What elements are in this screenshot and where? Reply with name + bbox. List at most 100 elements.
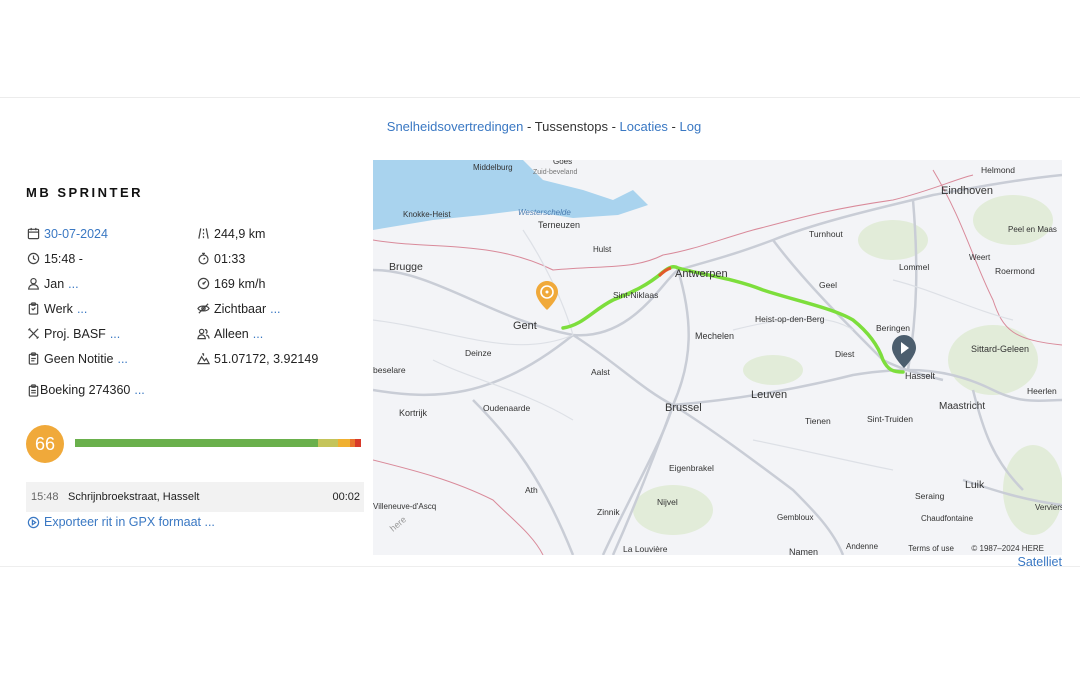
booking-row: Boeking 274360...: [26, 383, 145, 397]
svg-text:Heerlen: Heerlen: [1027, 386, 1057, 396]
map-copyright: © 1987–2024 HERE: [971, 544, 1044, 553]
export-gpx-label: Exporteer rit in GPX formaat ...: [44, 515, 215, 529]
svg-text:Eigenbrakel: Eigenbrakel: [669, 463, 714, 473]
divider: [0, 566, 1080, 567]
clipboard-icon: [26, 302, 40, 316]
trip-company: Alleen: [214, 326, 249, 341]
booking-icon: [26, 383, 40, 397]
svg-text:Oudenaarde: Oudenaarde: [483, 403, 531, 413]
svg-text:Goes: Goes: [553, 160, 572, 166]
export-gpx-link[interactable]: Exporteer rit in GPX formaat ...: [26, 515, 215, 529]
svg-text:Sittard-Geleen: Sittard-Geleen: [971, 344, 1029, 354]
svg-text:Beringen: Beringen: [876, 323, 910, 333]
speedometer-icon: [196, 277, 210, 291]
svg-text:Seraing: Seraing: [915, 491, 945, 501]
company-more-link[interactable]: ...: [253, 327, 263, 341]
booking-more-link[interactable]: ...: [134, 383, 144, 397]
stopwatch-icon: [196, 252, 210, 266]
trip-nav: Snelheidsovertredingen - Tussenstops - L…: [0, 119, 1080, 134]
trip-note: Geen Notitie: [44, 351, 114, 366]
svg-text:Geel: Geel: [819, 280, 837, 290]
svg-text:Namen: Namen: [789, 547, 818, 555]
trip-date-link[interactable]: 30-07-2024: [44, 227, 108, 241]
map-terms-link[interactable]: Terms of use: [908, 544, 954, 553]
score-bar-segment: [318, 439, 339, 447]
svg-text:Middelburg: Middelburg: [473, 163, 513, 172]
svg-text:Zuid-beveland: Zuid-beveland: [533, 169, 577, 176]
svg-text:Villeneuve-d'Ascq: Villeneuve-d'Ascq: [373, 502, 436, 511]
svg-text:Leuven: Leuven: [751, 389, 787, 401]
eye-off-icon: [196, 302, 210, 316]
top-header: [0, 0, 1080, 98]
stop-time: 15:48: [31, 491, 59, 503]
nav-locations[interactable]: Locaties: [620, 119, 668, 134]
svg-text:Knokke-Heist: Knokke-Heist: [403, 210, 451, 219]
svg-text:Gent: Gent: [513, 320, 537, 332]
stop-row[interactable]: 15:48 Schrijnbroekstraat, Hasselt 00:02: [26, 482, 364, 512]
svg-text:Westerschelde: Westerschelde: [518, 208, 571, 217]
svg-text:Mechelen: Mechelen: [695, 331, 734, 341]
svg-text:beselare: beselare: [373, 365, 406, 375]
trip-coordinates: 51.07172, 3.92149: [214, 351, 319, 366]
type-more-link[interactable]: ...: [77, 302, 87, 316]
svg-text:Maastricht: Maastricht: [939, 401, 985, 412]
svg-text:Nijvel: Nijvel: [657, 497, 678, 507]
svg-text:Gembloux: Gembloux: [777, 513, 813, 522]
svg-text:here: here: [388, 514, 408, 533]
svg-text:Eindhoven: Eindhoven: [941, 185, 993, 197]
trip-visibility: Zichtbaar: [214, 301, 267, 316]
trip-max-speed: 169 km/h: [214, 276, 266, 291]
score-bar-segment: [355, 439, 361, 447]
trip-start-time: 15:48 -: [44, 251, 83, 266]
route-map[interactable]: Middelburg Goes Zuid-beveland Knokke-Hei…: [373, 160, 1062, 555]
svg-text:Andenne: Andenne: [846, 542, 879, 551]
svg-text:Hasselt: Hasselt: [905, 371, 936, 381]
svg-text:Roermond: Roermond: [995, 266, 1035, 276]
nav-speed-violations[interactable]: Snelheidsovertredingen: [387, 119, 524, 134]
svg-text:Lommel: Lommel: [899, 262, 929, 272]
clock-icon: [26, 252, 40, 266]
note-icon: [26, 352, 40, 366]
calendar-icon: [26, 227, 40, 241]
nav-log[interactable]: Log: [680, 119, 702, 134]
tools-icon: [26, 327, 40, 341]
svg-text:Peel en Maas: Peel en Maas: [1008, 225, 1057, 234]
svg-text:Deinze: Deinze: [465, 348, 492, 358]
trip-driver: Jan: [44, 276, 65, 291]
stop-address: Schrijnbroekstraat, Hasselt: [68, 491, 200, 503]
svg-text:Diest: Diest: [835, 349, 855, 359]
trip-project: Proj. BASF: [44, 326, 106, 341]
svg-text:Sint-Niklaas: Sint-Niklaas: [613, 290, 658, 300]
svg-text:Turnhout: Turnhout: [809, 229, 843, 239]
map-canvas: Middelburg Goes Zuid-beveland Knokke-Hei…: [373, 160, 1062, 555]
vehicle-name: MB SPRINTER: [26, 185, 144, 200]
svg-text:Chaudfontaine: Chaudfontaine: [921, 514, 974, 523]
trip-duration: 01:33: [214, 251, 246, 266]
nav-separator: -: [667, 119, 680, 134]
score-bar-segment: [338, 439, 350, 447]
play-circle-icon: [26, 515, 40, 529]
note-more-link[interactable]: ...: [117, 352, 127, 366]
svg-text:Brugge: Brugge: [389, 261, 423, 273]
driver-more-link[interactable]: ...: [68, 277, 78, 291]
svg-text:Verviers: Verviers: [1035, 503, 1062, 512]
score-bar-segment: [75, 439, 319, 447]
svg-text:Helmond: Helmond: [981, 165, 1015, 175]
driving-score-badge: 66: [26, 425, 64, 463]
trip-info: 30-07-2024 244,9 km 15:48 - 01:33 Jan...…: [26, 221, 366, 371]
nav-stops-current: Tussenstops: [534, 119, 608, 134]
road-icon: [196, 227, 210, 241]
user-icon: [26, 277, 40, 291]
svg-text:Zinnik: Zinnik: [597, 507, 620, 517]
nav-separator: -: [523, 119, 535, 134]
driving-score-bar: [75, 439, 361, 447]
svg-text:Heist-op-den-Berg: Heist-op-den-Berg: [755, 314, 825, 324]
stop-duration: 00:02: [332, 491, 360, 503]
visibility-more-link[interactable]: ...: [270, 302, 280, 316]
svg-text:Kortrijk: Kortrijk: [399, 408, 428, 418]
project-more-link[interactable]: ...: [110, 327, 120, 341]
svg-text:Brussel: Brussel: [665, 402, 702, 414]
terrain-icon: [196, 352, 210, 366]
svg-text:Tienen: Tienen: [805, 416, 831, 426]
booking-label: Boeking 274360: [40, 383, 131, 397]
